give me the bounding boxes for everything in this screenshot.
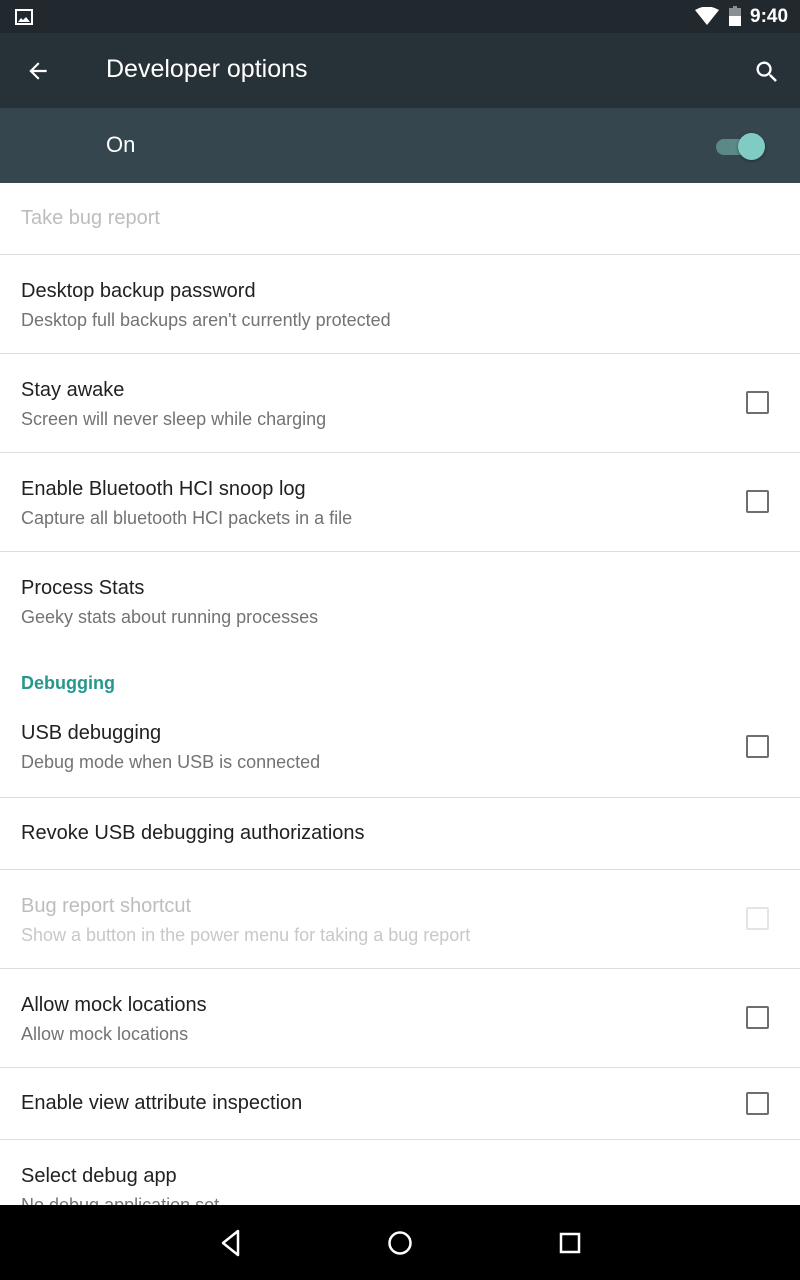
pref-title: Take bug report [21, 207, 160, 229]
bug-report-shortcut-checkbox [746, 907, 769, 930]
nav-back-icon [221, 1229, 240, 1257]
pref-summary: Debug mode when USB is connected [21, 752, 321, 772]
pref-summary: Geeky stats about running processes [21, 607, 319, 627]
pref-title: Process Stats [21, 577, 145, 599]
pref-process-stats[interactable]: Process Stats Geeky stats about running … [0, 552, 800, 651]
pref-title: Enable view attribute inspection [21, 1092, 303, 1114]
app-toolbar: Developer options [0, 33, 800, 108]
pref-bug-report-shortcut: Bug report shortcut Show a button in the… [0, 870, 800, 969]
pref-summary: Desktop full backups aren't currently pr… [21, 310, 391, 330]
pref-usb-debugging[interactable]: USB debugging Debug mode when USB is con… [0, 706, 800, 798]
pref-summary: Allow mock locations [21, 1024, 189, 1044]
wifi-icon [695, 7, 719, 25]
pref-summary: Show a button in the power menu for taki… [21, 925, 471, 945]
nav-recents-button[interactable] [550, 1223, 590, 1263]
pref-view-attribute-inspection[interactable]: Enable view attribute inspection [0, 1068, 800, 1140]
pref-desktop-backup-password[interactable]: Desktop backup password Desktop full bac… [0, 255, 800, 354]
bluetooth-hci-snoop-checkbox[interactable] [746, 490, 769, 513]
pref-select-debug-app[interactable]: Select debug app No debug application se… [0, 1140, 800, 1205]
category-title: Debugging [21, 673, 115, 693]
pref-summary: Screen will never sleep while charging [21, 409, 327, 429]
pref-title: Allow mock locations [21, 994, 207, 1016]
pref-title: Desktop backup password [21, 280, 256, 302]
pref-title: Revoke USB debugging authorizations [21, 822, 365, 844]
pref-allow-mock-locations[interactable]: Allow mock locations Allow mock location… [0, 969, 800, 1068]
image-notification-icon [15, 9, 33, 25]
pref-take-bug-report: Take bug report [0, 183, 800, 255]
pref-title: Bug report shortcut [21, 895, 192, 917]
system-nav-bar [0, 1205, 800, 1280]
arrow-back-icon [29, 62, 47, 80]
nav-recents-icon [559, 1232, 581, 1254]
stay-awake-checkbox[interactable] [746, 391, 769, 414]
preference-list[interactable]: Take bug report Desktop backup password … [0, 183, 800, 1205]
mock-locations-checkbox[interactable] [746, 1006, 769, 1029]
view-attribute-inspection-checkbox[interactable] [746, 1092, 769, 1115]
master-switch-label: On [106, 132, 136, 157]
nav-home-icon [388, 1231, 412, 1255]
battery-icon [729, 6, 741, 26]
pref-bluetooth-hci-snoop[interactable]: Enable Bluetooth HCI snoop log Capture a… [0, 453, 800, 552]
pref-summary: No debug application set [21, 1195, 220, 1205]
toggle-thumb [738, 133, 765, 160]
pref-title: Stay awake [21, 379, 125, 401]
pref-stay-awake[interactable]: Stay awake Screen will never sleep while… [0, 354, 800, 453]
pref-revoke-usb-authorizations[interactable]: Revoke USB debugging authorizations [0, 798, 800, 870]
status-bar: 9:40 [0, 0, 800, 33]
search-icon [756, 61, 777, 82]
back-button[interactable] [18, 51, 58, 91]
search-button[interactable] [746, 51, 788, 93]
developer-options-toggle[interactable] [714, 132, 768, 160]
nav-home-button[interactable] [380, 1223, 420, 1263]
master-switch-bar[interactable]: On [0, 108, 800, 183]
page-title: Developer options [106, 55, 308, 83]
nav-back-button[interactable] [211, 1223, 251, 1263]
pref-title: Enable Bluetooth HCI snoop log [21, 478, 306, 500]
pref-summary: Capture all bluetooth HCI packets in a f… [21, 508, 353, 528]
pref-title: Select debug app [21, 1165, 177, 1187]
usb-debugging-checkbox[interactable] [746, 735, 769, 758]
pref-title: USB debugging [21, 722, 162, 744]
status-clock: 9:40 [750, 6, 789, 27]
category-debugging: Debugging [0, 651, 800, 706]
